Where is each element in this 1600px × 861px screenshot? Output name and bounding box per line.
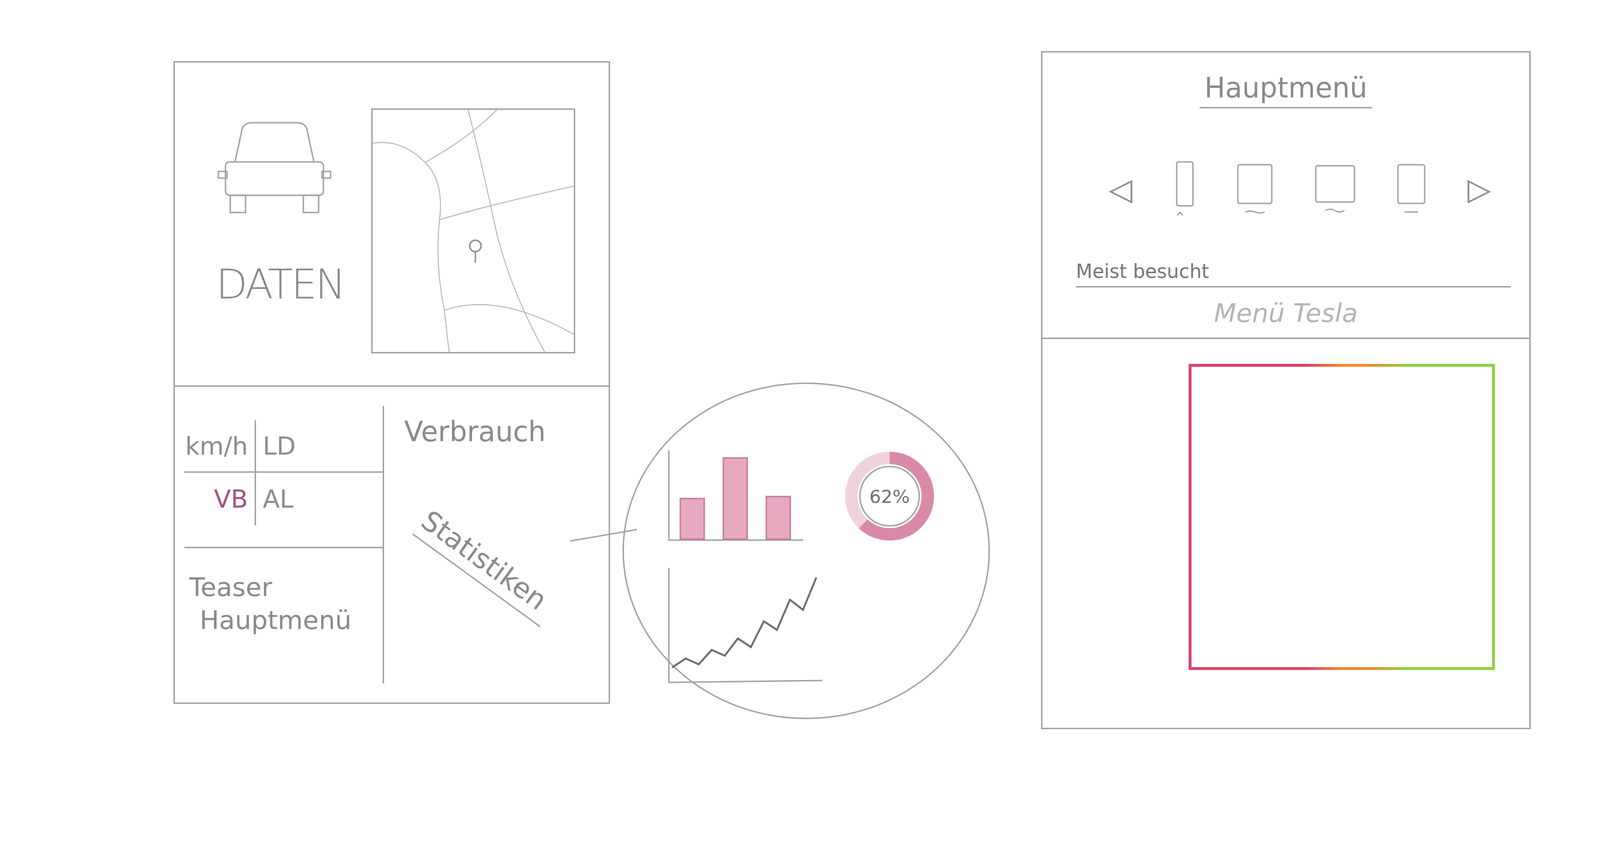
line-point — [775, 629, 778, 632]
quick-stat: LD — [256, 420, 383, 473]
current-menu[interactable]: Menü Tesla — [1042, 287, 1530, 340]
chart-bar — [680, 498, 705, 540]
dashboard-screen: DATENkm/hLDVBALTeaserHauptmenüVerbrauchS… — [173, 61, 611, 705]
phone-icon — [1175, 161, 1194, 207]
consumption-title: Verbrauch — [404, 415, 600, 449]
data-section: DATEN — [174, 62, 609, 387]
donut-label: 62% — [869, 486, 910, 508]
device-mark-icon — [1400, 209, 1422, 215]
quick-stats: km/hLDVBAL — [184, 406, 383, 549]
device-item[interactable] — [1314, 164, 1356, 214]
line-point — [723, 655, 726, 657]
bar-chart — [666, 450, 806, 543]
map[interactable] — [371, 108, 576, 354]
chart-bar — [723, 458, 748, 540]
statistics-label: Statistiken — [412, 504, 562, 628]
consumption[interactable]: Verbrauch Statistiken — [384, 386, 609, 703]
map-icon — [372, 109, 574, 353]
vehicle-data: DATEN — [215, 108, 362, 386]
quick-stat: km/h — [184, 420, 257, 473]
line-point — [788, 599, 791, 602]
main-menu-screen: Hauptmenü◁▷Meist besuchtMenü Tesla — [1041, 51, 1531, 730]
data-title: DATEN — [215, 261, 362, 308]
sketch-page: DATENkm/hLDVBALTeaserHauptmenüVerbrauchS… — [0, 0, 1600, 861]
chart-bar — [766, 496, 791, 540]
device-mark-icon — [1244, 209, 1266, 215]
device-item[interactable] — [1396, 163, 1426, 215]
line-point — [736, 637, 739, 640]
tablet-icon — [1236, 163, 1273, 205]
car-icon — [215, 118, 333, 216]
line-point — [762, 620, 765, 623]
menu-preview[interactable] — [1188, 364, 1495, 671]
line-point — [684, 657, 687, 660]
monitor-icon — [1314, 164, 1356, 204]
quick-stat: AL — [256, 472, 383, 526]
menu-header: Hauptmenü — [1042, 52, 1530, 109]
teaser-line: Hauptmenü — [189, 605, 383, 636]
connector-icon — [569, 526, 637, 546]
line-point — [671, 666, 674, 669]
prev-button[interactable]: ◁ — [1108, 173, 1133, 205]
info-section: km/hLDVBALTeaserHauptmenüVerbrauchStatis… — [174, 386, 609, 703]
line-point — [802, 609, 805, 612]
menu-teaser[interactable]: TeaserHauptmenü — [184, 548, 383, 636]
preview-area — [1042, 339, 1530, 729]
device-mark-icon — [1174, 211, 1196, 218]
menu-title: Hauptmenü — [1199, 71, 1373, 109]
teaser-line: Teaser — [189, 572, 383, 603]
zoom-circle: 62% — [622, 382, 990, 720]
line-point — [710, 649, 713, 652]
quick-stat: VB — [184, 472, 257, 526]
stats-column: km/hLDVBALTeaserHauptmenü — [174, 406, 385, 684]
statistics-detail: 62% — [622, 382, 990, 720]
device-mark-icon — [1324, 207, 1346, 214]
section-label: Meist besucht — [1075, 260, 1511, 288]
line-chart — [666, 568, 825, 686]
line-point — [815, 577, 817, 580]
line-point — [750, 646, 752, 649]
device-item[interactable] — [1174, 161, 1196, 218]
handheld-icon — [1396, 163, 1426, 205]
line-point — [697, 663, 700, 666]
next-button[interactable]: ▷ — [1467, 173, 1492, 205]
device-item[interactable] — [1236, 163, 1273, 215]
donut-chart: 62% — [843, 450, 936, 543]
device-carousel: ◁▷ — [1108, 161, 1492, 218]
